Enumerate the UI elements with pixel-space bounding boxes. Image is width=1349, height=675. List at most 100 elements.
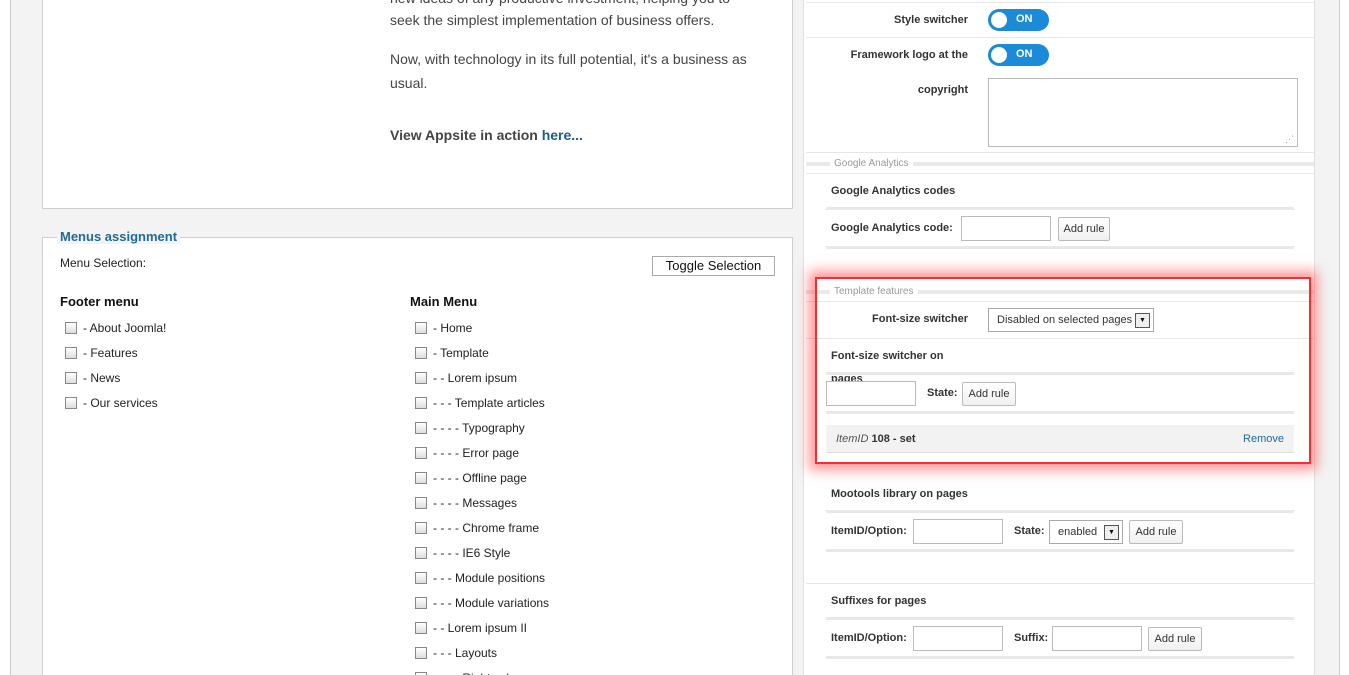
mootools-itemid-label: ItemID/Option: bbox=[831, 525, 907, 537]
toggle-selection-button[interactable]: Toggle Selection bbox=[652, 256, 775, 276]
main-menu-item: - - - Template articles bbox=[415, 395, 545, 411]
checkbox[interactable] bbox=[415, 521, 427, 534]
menus-assignment-legend: Menus assignment bbox=[57, 229, 181, 244]
row-divider bbox=[806, 2, 1314, 3]
footer-menu-item-label: - Our services bbox=[83, 396, 158, 410]
style-switcher-toggle[interactable]: ON bbox=[988, 9, 1049, 31]
checkbox[interactable] bbox=[415, 571, 427, 584]
main-menu-item-label: - - - Module positions bbox=[433, 571, 546, 585]
sub-bar bbox=[826, 617, 1294, 620]
main-menu-item-label: - Home bbox=[433, 321, 473, 335]
row-divider bbox=[806, 583, 1314, 584]
footer-menu-item: - About Joomla! bbox=[65, 320, 166, 336]
footer-menu-item-label: - Features bbox=[83, 346, 138, 360]
suffixes-itemid-input[interactable] bbox=[913, 626, 1003, 651]
main-menu-item-label: - Template bbox=[433, 346, 489, 360]
google-analytics-legend: Google Analytics bbox=[830, 158, 913, 169]
main-menu-item: - - Lorem ipsum II bbox=[415, 620, 527, 636]
checkbox[interactable] bbox=[65, 346, 77, 359]
toggle-state: ON bbox=[1016, 48, 1033, 60]
checkbox[interactable] bbox=[415, 346, 427, 359]
description-paragraph-2: Now, with technology in its full potenti… bbox=[390, 51, 747, 91]
view-appsite-text: View Appsite in action here... bbox=[390, 123, 583, 147]
analytics-code-label: Google Analytics code: bbox=[831, 222, 953, 234]
checkbox[interactable] bbox=[415, 471, 427, 484]
suffixes-title: Suffixes for pages bbox=[831, 595, 927, 607]
main-menu-item-label: - - - - Messages bbox=[433, 496, 518, 510]
sub-bar bbox=[826, 510, 1294, 513]
mootools-state-label: State: bbox=[1014, 525, 1045, 537]
sub-bar bbox=[826, 246, 1294, 249]
main-menu-item: - Template bbox=[415, 345, 489, 361]
copyright-label: copyright bbox=[917, 84, 968, 96]
checkbox[interactable] bbox=[415, 396, 427, 409]
main-menu-item: - Home bbox=[415, 320, 472, 336]
mootools-state-select[interactable]: enabled ▼ bbox=[1049, 520, 1123, 544]
sub-bar bbox=[826, 656, 1294, 659]
checkbox[interactable] bbox=[65, 396, 77, 409]
main-menu-item-label: - - - - Error page bbox=[433, 446, 520, 460]
main-menu-item-label: - - - Module variations bbox=[433, 596, 550, 610]
framework-logo-label: Framework logo at the bbox=[850, 49, 968, 61]
main-menu-item-label: - - - - IE6 Style bbox=[433, 546, 511, 560]
main-menu-item-label: - - - - Chrome frame bbox=[433, 521, 540, 535]
sub-bar bbox=[826, 549, 1294, 552]
suffixes-add-rule-button[interactable]: Add rule bbox=[1148, 627, 1202, 651]
main-menu-item-label: - - - - Typography bbox=[433, 421, 525, 435]
sub-bar bbox=[826, 207, 1294, 210]
main-menu-item: - - - - Right column bbox=[415, 670, 532, 675]
checkbox[interactable] bbox=[415, 371, 427, 384]
footer-menu-item-label: - News bbox=[83, 371, 121, 385]
main-menu-item-label: - - - - Offline page bbox=[433, 471, 527, 485]
main-menu-item-label: - - - Template articles bbox=[433, 396, 545, 410]
resize-grip-icon[interactable]: ⋰ bbox=[1285, 135, 1294, 144]
analytics-add-rule-button[interactable]: Add rule bbox=[1058, 217, 1110, 241]
toggle-knob bbox=[991, 12, 1007, 28]
footer-menu-title: Footer menu bbox=[60, 294, 139, 309]
mootools-title: Mootools library on pages bbox=[831, 488, 968, 500]
mootools-state-value: enabled bbox=[1058, 526, 1098, 538]
checkbox[interactable] bbox=[415, 646, 427, 659]
main-menu-item-label: - - - - Right column bbox=[433, 671, 532, 675]
analytics-code-input[interactable] bbox=[961, 216, 1051, 241]
main-menu-item: - - - - Offline page bbox=[415, 470, 527, 486]
toggle-knob bbox=[991, 47, 1007, 63]
checkbox[interactable] bbox=[415, 596, 427, 609]
suffixes-itemid-label: ItemID/Option: bbox=[831, 632, 907, 644]
footer-menu-item-label: - About Joomla! bbox=[83, 321, 167, 335]
suffix-input[interactable] bbox=[1052, 626, 1142, 651]
chevron-down-icon: ▼ bbox=[1104, 525, 1119, 540]
row-divider bbox=[806, 37, 1314, 38]
checkbox[interactable] bbox=[415, 321, 427, 334]
framework-logo-toggle[interactable]: ON bbox=[988, 44, 1049, 66]
main-menu-item: - - - - Messages bbox=[415, 495, 517, 511]
row-divider bbox=[806, 152, 1314, 153]
main-menu-item: - - - - Typography bbox=[415, 420, 525, 436]
main-menu-item: - - Lorem ipsum bbox=[415, 370, 517, 386]
footer-menu-item: - Features bbox=[65, 345, 138, 361]
footer-menu-item: - Our services bbox=[65, 395, 158, 411]
analytics-codes-title: Google Analytics codes bbox=[831, 185, 956, 197]
main-menu-item: - - - Module variations bbox=[415, 595, 549, 611]
checkbox[interactable] bbox=[415, 621, 427, 634]
checkbox[interactable] bbox=[65, 371, 77, 384]
copyright-textarea[interactable]: ⋰ bbox=[988, 78, 1298, 147]
mootools-itemid-input[interactable] bbox=[913, 519, 1003, 544]
main-menu-title: Main Menu bbox=[410, 294, 478, 309]
checkbox[interactable] bbox=[65, 321, 77, 334]
view-appsite-label: View Appsite in action bbox=[390, 127, 542, 143]
main-menu-item: - - - - Error page bbox=[415, 445, 519, 461]
main-menu-item-label: - - - Layouts bbox=[433, 646, 498, 660]
here-link[interactable]: here... bbox=[542, 127, 583, 143]
mootools-add-rule-button[interactable]: Add rule bbox=[1129, 520, 1183, 544]
checkbox[interactable] bbox=[415, 446, 427, 459]
checkbox[interactable] bbox=[415, 496, 427, 509]
checkbox[interactable] bbox=[415, 421, 427, 434]
highlight-box bbox=[815, 277, 1311, 464]
toggle-state: ON bbox=[1016, 13, 1033, 25]
checkbox[interactable] bbox=[415, 546, 427, 559]
main-menu-item: - - - - Chrome frame bbox=[415, 520, 539, 536]
menu-selection-label: Menu Selection: bbox=[60, 256, 147, 270]
main-menu-item-label: - - Lorem ipsum II bbox=[433, 621, 528, 635]
main-menu-item-label: - - Lorem ipsum bbox=[433, 371, 518, 385]
